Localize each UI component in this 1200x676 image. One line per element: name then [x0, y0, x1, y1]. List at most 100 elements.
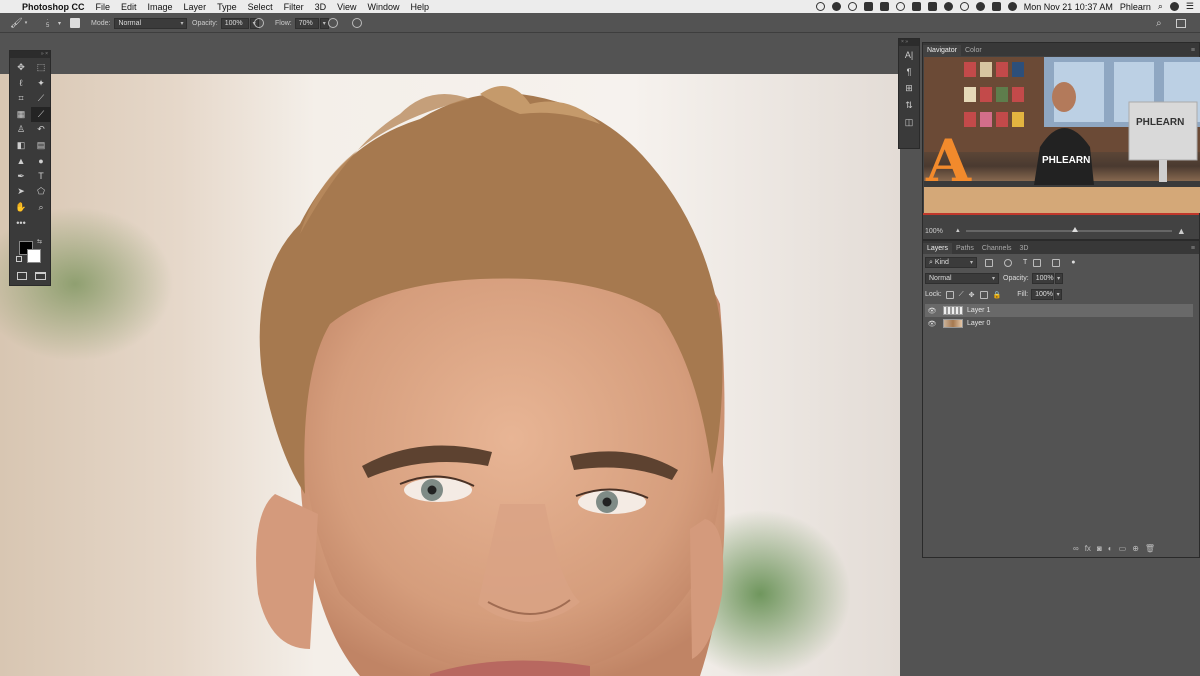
- lock-artboard-icon[interactable]: [979, 290, 988, 299]
- layer-opacity-field[interactable]: 100%: [1031, 273, 1054, 284]
- layer-row[interactable]: 👁 Layer 1: [925, 304, 1193, 317]
- visibility-eye-icon[interactable]: 👁: [925, 320, 939, 328]
- filter-kind-dropdown[interactable]: ⌕ Kind ▾: [925, 257, 977, 268]
- fx-icon[interactable]: fx: [1085, 544, 1091, 553]
- tab-navigator[interactable]: Navigator: [923, 45, 961, 56]
- eraser-tool-icon[interactable]: ◧: [11, 138, 31, 154]
- menu-type[interactable]: Type: [217, 2, 237, 12]
- healing-brush-tool-icon[interactable]: ▦: [11, 107, 31, 123]
- filter-toggle-icon[interactable]: ●: [1071, 259, 1075, 267]
- properties-panel-icon[interactable]: ◫: [899, 114, 919, 131]
- panel-menu-icon[interactable]: ≡: [1187, 243, 1199, 254]
- tab-paths[interactable]: Paths: [952, 243, 978, 254]
- workspace-button[interactable]: [1176, 17, 1186, 29]
- document-canvas[interactable]: [0, 74, 900, 676]
- panel-menu-icon[interactable]: ≡: [1187, 45, 1199, 56]
- menu-file[interactable]: File: [96, 2, 111, 12]
- blend-mode-dropdown[interactable]: Normal ▾: [925, 273, 999, 284]
- lock-image-icon[interactable]: ⟋: [959, 291, 964, 299]
- zoom-slider-knob[interactable]: [1071, 227, 1078, 232]
- lock-transparent-icon[interactable]: [945, 290, 954, 299]
- navigator-thumbnail[interactable]: A PHLEARN PHLEARN: [924, 57, 1200, 213]
- paragraph-panel-icon[interactable]: ¶: [899, 63, 919, 80]
- default-colors-icon[interactable]: [16, 256, 22, 262]
- time-machine-icon[interactable]: [943, 2, 953, 11]
- skype-icon[interactable]: [831, 2, 841, 11]
- brush-panel-toggle[interactable]: [70, 17, 80, 29]
- app-status-icon[interactable]: [911, 2, 921, 11]
- pressure-opacity-button[interactable]: [254, 17, 264, 29]
- menu-window[interactable]: Window: [367, 2, 399, 12]
- menu-3d[interactable]: 3D: [315, 2, 327, 12]
- airbrush-button[interactable]: [328, 17, 338, 29]
- menu-layer[interactable]: Layer: [184, 2, 207, 12]
- adjustment-filter-icon[interactable]: [1004, 258, 1012, 267]
- siri-icon[interactable]: [1169, 2, 1179, 11]
- lock-position-icon[interactable]: ✥: [969, 291, 975, 299]
- move-tool-icon[interactable]: ✥: [11, 60, 31, 76]
- eject-icon[interactable]: [1007, 2, 1017, 11]
- flow-field[interactable]: 70%: [294, 17, 319, 29]
- path-selection-tool-icon[interactable]: ➤: [11, 184, 31, 200]
- add-mask-icon[interactable]: ◙: [1097, 544, 1102, 553]
- menu-select[interactable]: Select: [248, 2, 273, 12]
- battery-icon[interactable]: [863, 2, 873, 11]
- zoom-out-icon[interactable]: ▲: [955, 228, 961, 234]
- shape-filter-icon[interactable]: [1033, 258, 1042, 267]
- dropbox-icon[interactable]: [879, 2, 889, 11]
- menu-image[interactable]: Image: [148, 2, 173, 12]
- zoom-value[interactable]: 100%: [925, 228, 943, 235]
- gradient-tool-icon[interactable]: ▤: [31, 138, 51, 154]
- adjustment-layer-icon[interactable]: ◐: [1108, 544, 1113, 553]
- airplay-icon[interactable]: [991, 2, 1001, 11]
- brush-settings-panel-icon[interactable]: ⊞: [899, 80, 919, 97]
- dodge-tool-icon[interactable]: ●: [31, 153, 51, 169]
- type-filter-icon[interactable]: T: [1023, 259, 1027, 267]
- background-color-swatch[interactable]: [27, 249, 41, 263]
- user-name[interactable]: Phlearn: [1120, 2, 1151, 12]
- layer-opacity-toggle[interactable]: ▾: [1054, 273, 1063, 284]
- zoom-in-icon[interactable]: ▲: [1177, 226, 1186, 236]
- visibility-eye-icon[interactable]: 👁: [925, 307, 939, 315]
- link-layers-icon[interactable]: ∞: [1073, 544, 1079, 553]
- zoom-slider[interactable]: [965, 227, 1172, 232]
- shape-tool-icon[interactable]: ⬠: [31, 184, 51, 200]
- tab-3d[interactable]: 3D: [1016, 243, 1033, 254]
- smart-object-filter-icon[interactable]: [1052, 258, 1061, 267]
- tools-panel-header[interactable]: » ×: [10, 51, 50, 58]
- lock-all-icon[interactable]: 🔒: [993, 291, 1002, 299]
- notification-center-icon[interactable]: ☰: [1186, 1, 1194, 12]
- clone-source-panel-icon[interactable]: ⇅: [899, 97, 919, 114]
- blur-tool-icon[interactable]: ▲: [11, 153, 31, 169]
- menu-view[interactable]: View: [337, 2, 356, 12]
- new-group-icon[interactable]: ▭: [1119, 544, 1127, 553]
- fill-toggle[interactable]: ▾: [1054, 289, 1063, 300]
- brush-tool-icon[interactable]: ⟋: [31, 106, 51, 122]
- menu-filter[interactable]: Filter: [284, 2, 304, 12]
- character-panel-icon[interactable]: A|: [899, 46, 919, 63]
- layer-row[interactable]: 👁 Layer 0: [925, 317, 1193, 330]
- app-menu[interactable]: Photoshop CC: [22, 2, 85, 12]
- opacity-field[interactable]: 100%: [220, 17, 249, 29]
- hand-tool-icon[interactable]: ✋: [11, 200, 31, 216]
- spotlight-search-icon[interactable]: ⌕: [1158, 1, 1163, 12]
- wifi-icon[interactable]: [975, 2, 985, 11]
- record-icon[interactable]: [815, 2, 825, 11]
- menu-help[interactable]: Help: [410, 2, 429, 12]
- crop-tool-icon[interactable]: ⌗: [11, 91, 31, 107]
- eyedropper-tool-icon[interactable]: ⟋: [31, 91, 51, 107]
- pen-tool-icon[interactable]: ✒: [11, 169, 31, 185]
- pressure-size-button[interactable]: [352, 17, 362, 29]
- tab-layers[interactable]: Layers: [923, 243, 953, 254]
- fill-field[interactable]: 100%: [1031, 289, 1054, 300]
- clone-stamp-tool-icon[interactable]: ♙: [11, 122, 31, 138]
- magic-wand-tool-icon[interactable]: ✦: [31, 76, 51, 92]
- strip-header[interactable]: × »: [899, 39, 919, 46]
- bluetooth-icon[interactable]: [959, 2, 969, 11]
- lasso-tool-icon[interactable]: ℓ: [11, 76, 31, 92]
- view-box-indicator[interactable]: [923, 213, 1199, 215]
- zoom-tool-icon[interactable]: ⌕: [31, 200, 51, 216]
- menu-edit[interactable]: Edit: [121, 2, 137, 12]
- grid-icon[interactable]: [927, 2, 937, 11]
- status-circle-icon[interactable]: [847, 2, 857, 11]
